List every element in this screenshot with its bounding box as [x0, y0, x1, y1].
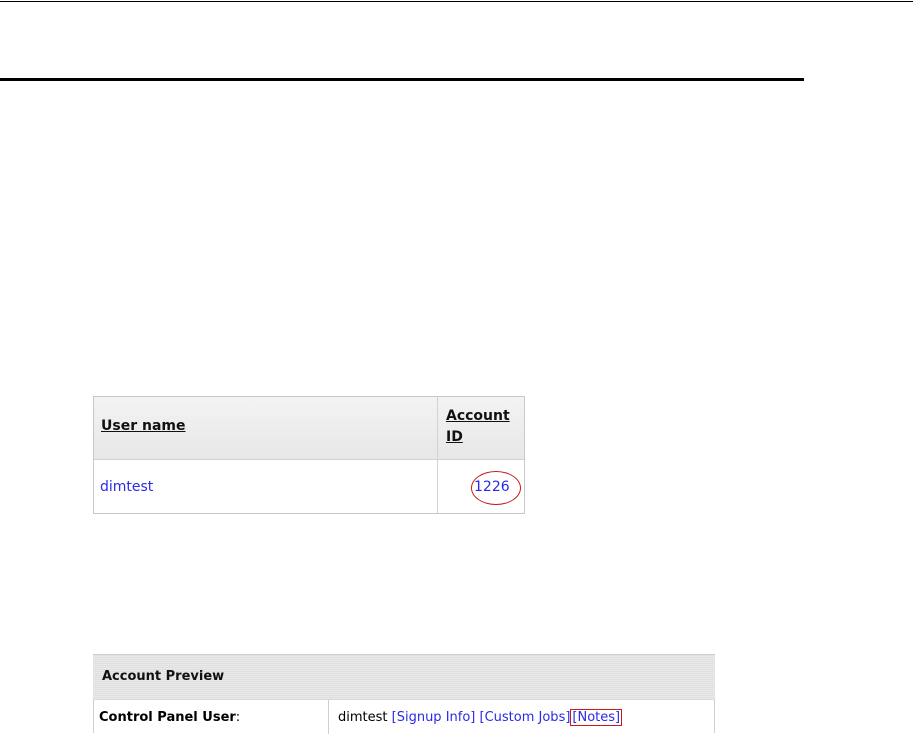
header-separator-line	[0, 78, 804, 81]
label-colon: :	[235, 710, 241, 725]
top-border-line	[0, 1, 913, 2]
account-id-highlight-circle	[471, 471, 521, 505]
control-panel-user-label: Control Panel User:	[99, 710, 240, 725]
users-table: User name Account ID dimtest 1226	[93, 396, 525, 514]
account-preview-title: Account Preview	[102, 669, 225, 684]
signup-info-link[interactable]: [Signup Info]	[392, 710, 476, 725]
control-panel-user-row: Control Panel User: dimtest [Signup Info…	[93, 699, 715, 734]
control-panel-user-label-text: Control Panel User	[99, 710, 236, 725]
column-header-user-name[interactable]: User name	[101, 418, 185, 434]
column-divider	[437, 397, 438, 513]
users-table-header: User name Account ID	[94, 397, 524, 460]
user-name-link[interactable]: dimtest	[100, 479, 153, 495]
column-header-account-id-line1: Account	[446, 408, 510, 424]
notes-link[interactable]: [Notes]	[570, 709, 623, 726]
column-header-account-id-line2: ID	[446, 429, 463, 445]
account-preview-panel: Account Preview Control Panel User: dimt…	[93, 654, 715, 734]
control-panel-username: dimtest	[338, 710, 388, 725]
column-header-account-id[interactable]: Account ID	[446, 406, 520, 448]
preview-column-divider	[328, 700, 329, 734]
custom-jobs-link[interactable]: [Custom Jobs]	[480, 710, 571, 725]
control-panel-user-value: dimtest [Signup Info] [Custom Jobs] [Note…	[338, 709, 623, 726]
account-preview-header: Account Preview	[93, 654, 715, 699]
